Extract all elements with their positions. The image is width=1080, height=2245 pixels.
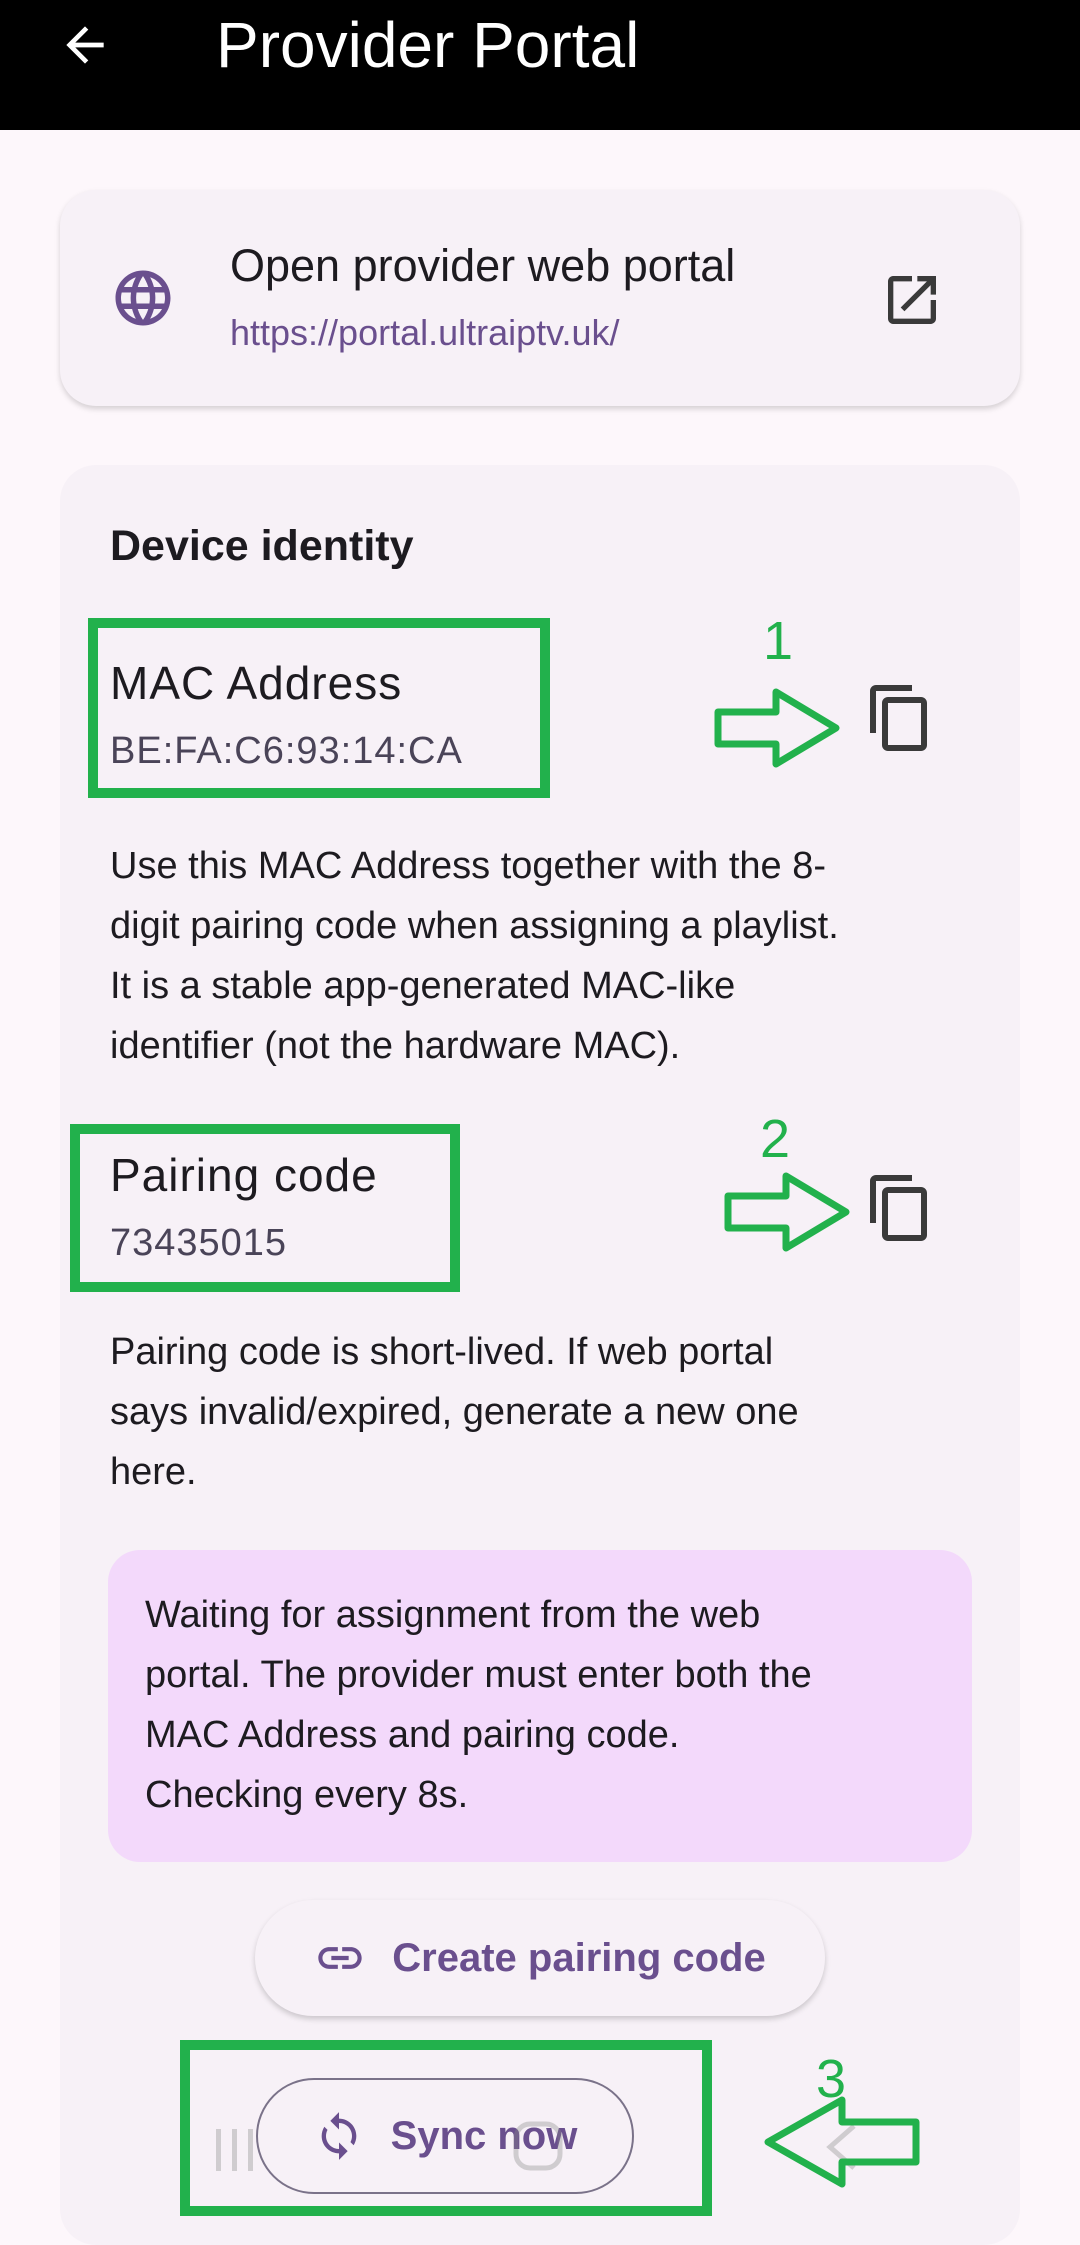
open-portal-card[interactable] (60, 190, 1020, 406)
mac-help-line: digit pairing code when assigning a play… (110, 905, 839, 947)
mac-help-line: It is a stable app-generated MAC-like (110, 965, 736, 1007)
mac-help-line: identifier (not the hardware MAC). (110, 1025, 681, 1067)
pairing-help-text: Pairing code is short-lived. If web port… (110, 1322, 990, 1502)
pairing-help-line: says invalid/expired, generate a new one (110, 1391, 799, 1433)
nav-home-icon (512, 2120, 564, 2172)
create-pairing-code-button[interactable]: Create pairing code (255, 1900, 825, 2016)
annotation-arrow-right-icon (724, 1172, 850, 1252)
annotation-arrow-right-icon (714, 688, 840, 768)
arrow-left-icon (66, 26, 104, 64)
pairing-help-line: here. (110, 1451, 197, 1493)
globe-icon (115, 270, 171, 326)
mac-help-text: Use this MAC Address together with the 8… (110, 836, 990, 1076)
annotation-number-2: 2 (760, 1109, 791, 1169)
pairing-help-line: Pairing code is short-lived. If web port… (110, 1331, 774, 1373)
status-text: Waiting for assignment from the web port… (145, 1585, 945, 1825)
status-line: portal. The provider must enter both the (145, 1654, 812, 1696)
open-external-icon[interactable] (880, 268, 944, 332)
mac-address-value: BE:FA:C6:93:14:CA (110, 730, 463, 772)
copy-icon (870, 1175, 927, 1241)
mac-help-line: Use this MAC Address together with the 8… (110, 845, 826, 887)
portal-card-title: Open provider web portal (230, 240, 736, 291)
sync-icon (321, 2112, 356, 2160)
portal-url: https://portal.ultraiptv.uk/ (230, 312, 620, 353)
status-line: MAC Address and pairing code. (145, 1714, 680, 1756)
page-title: Provider Portal (216, 9, 640, 81)
back-button[interactable] (40, 0, 130, 90)
pairing-code-value: 73435015 (110, 1222, 288, 1264)
section-title: Device identity (110, 522, 414, 570)
copy-icon (870, 685, 927, 751)
copy-mac-button[interactable] (858, 676, 942, 760)
create-pairing-code-label: Create pairing code (392, 1935, 766, 1980)
pairing-code-label: Pairing code (110, 1149, 378, 1201)
nav-recents-icon (210, 2125, 260, 2175)
copy-pairing-code-button[interactable] (858, 1166, 942, 1250)
annotation-number-1: 1 (763, 611, 794, 671)
mac-address-label: MAC Address (110, 657, 403, 709)
status-line: Checking every 8s. (145, 1774, 469, 1816)
sync-now-button[interactable]: Sync now (256, 2078, 634, 2194)
link-icon (318, 1947, 362, 1969)
annotation-arrow-left-icon (764, 2096, 920, 2188)
status-line: Waiting for assignment from the web (145, 1594, 761, 1636)
